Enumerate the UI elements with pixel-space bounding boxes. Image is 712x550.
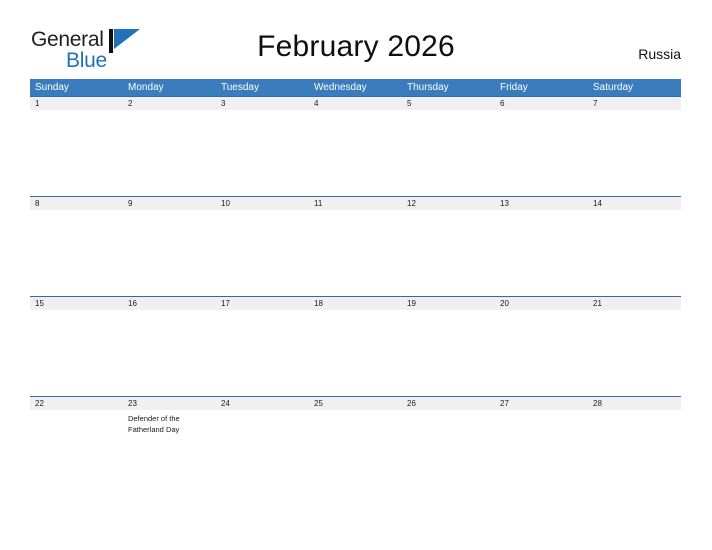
day-cell[interactable] xyxy=(30,410,123,496)
day-cell[interactable] xyxy=(495,410,588,496)
day-number[interactable]: 16 xyxy=(123,297,216,310)
day-events-band xyxy=(30,210,681,296)
day-number[interactable]: 6 xyxy=(495,97,588,110)
day-cell[interactable] xyxy=(309,310,402,396)
day-number[interactable]: 8 xyxy=(30,197,123,210)
day-cell[interactable] xyxy=(495,110,588,196)
day-cell[interactable] xyxy=(495,210,588,296)
day-number-band: 22 23 24 25 26 27 28 xyxy=(30,397,681,410)
day-cell[interactable] xyxy=(588,310,681,396)
day-number[interactable]: 1 xyxy=(30,97,123,110)
day-events-band: Defender of the Fatherland Day xyxy=(30,410,681,496)
weekday-header-saturday: Saturday xyxy=(593,82,634,93)
day-cell[interactable] xyxy=(123,110,216,196)
day-number[interactable]: 15 xyxy=(30,297,123,310)
day-cell[interactable] xyxy=(309,110,402,196)
day-number[interactable]: 9 xyxy=(123,197,216,210)
day-cell[interactable] xyxy=(495,310,588,396)
day-number[interactable]: 27 xyxy=(495,397,588,410)
day-number[interactable]: 14 xyxy=(588,197,681,210)
day-number[interactable]: 3 xyxy=(216,97,309,110)
day-number[interactable]: 2 xyxy=(123,97,216,110)
page-header: General Blue February 2026 Russia xyxy=(0,0,712,76)
day-number-band: 15 16 17 18 19 20 21 xyxy=(30,297,681,310)
day-cell[interactable] xyxy=(402,310,495,396)
day-cell[interactable] xyxy=(123,210,216,296)
day-cell[interactable] xyxy=(588,110,681,196)
day-event-text: Defender of the Fatherland Day xyxy=(128,414,180,434)
day-number[interactable]: 11 xyxy=(309,197,402,210)
day-number[interactable]: 22 xyxy=(30,397,123,410)
day-events-band xyxy=(30,110,681,196)
day-cell[interactable] xyxy=(216,310,309,396)
weekday-header-tuesday: Tuesday xyxy=(221,82,259,93)
day-cell[interactable] xyxy=(309,210,402,296)
country-label: Russia xyxy=(638,46,681,62)
day-number[interactable]: 17 xyxy=(216,297,309,310)
day-number[interactable]: 7 xyxy=(588,97,681,110)
day-number[interactable]: 20 xyxy=(495,297,588,310)
day-cell[interactable]: Defender of the Fatherland Day xyxy=(123,410,216,496)
day-number[interactable]: 21 xyxy=(588,297,681,310)
calendar-week-row: 22 23 24 25 26 27 28 Defender of the Fat… xyxy=(30,396,681,496)
day-number[interactable]: 23 xyxy=(123,397,216,410)
day-number[interactable]: 5 xyxy=(402,97,495,110)
weekday-header-row: Sunday Monday Tuesday Wednesday Thursday… xyxy=(30,79,681,96)
day-number[interactable]: 25 xyxy=(309,397,402,410)
day-cell[interactable] xyxy=(402,210,495,296)
day-cell[interactable] xyxy=(588,210,681,296)
day-number[interactable]: 26 xyxy=(402,397,495,410)
page-title: February 2026 xyxy=(257,30,455,63)
day-number[interactable]: 18 xyxy=(309,297,402,310)
day-number[interactable]: 28 xyxy=(588,397,681,410)
day-number[interactable]: 24 xyxy=(216,397,309,410)
day-events-band xyxy=(30,310,681,396)
calendar-grid: Sunday Monday Tuesday Wednesday Thursday… xyxy=(30,79,681,496)
day-number[interactable]: 4 xyxy=(309,97,402,110)
day-cell[interactable] xyxy=(216,410,309,496)
weekday-header-wednesday: Wednesday xyxy=(314,82,367,93)
calendar-week-row: 1 2 3 4 5 6 7 xyxy=(30,96,681,196)
day-cell[interactable] xyxy=(30,210,123,296)
day-number[interactable]: 12 xyxy=(402,197,495,210)
day-number[interactable]: 10 xyxy=(216,197,309,210)
day-number-band: 1 2 3 4 5 6 7 xyxy=(30,97,681,110)
day-cell[interactable] xyxy=(123,310,216,396)
day-number-band: 8 9 10 11 12 13 14 xyxy=(30,197,681,210)
calendar-week-row: 8 9 10 11 12 13 14 xyxy=(30,196,681,296)
calendar-page: General Blue February 2026 Russia Sunday… xyxy=(0,0,712,550)
day-cell[interactable] xyxy=(309,410,402,496)
day-number[interactable]: 13 xyxy=(495,197,588,210)
day-cell[interactable] xyxy=(402,410,495,496)
weekday-header-friday: Friday xyxy=(500,82,528,93)
weekday-header-monday: Monday xyxy=(128,82,164,93)
calendar-week-row: 15 16 17 18 19 20 21 xyxy=(30,296,681,396)
day-cell[interactable] xyxy=(588,410,681,496)
day-cell[interactable] xyxy=(216,110,309,196)
day-number[interactable]: 19 xyxy=(402,297,495,310)
weekday-header-sunday: Sunday xyxy=(35,82,69,93)
weekday-header-thursday: Thursday xyxy=(407,82,449,93)
day-cell[interactable] xyxy=(216,210,309,296)
day-cell[interactable] xyxy=(30,310,123,396)
day-cell[interactable] xyxy=(402,110,495,196)
day-cell[interactable] xyxy=(30,110,123,196)
